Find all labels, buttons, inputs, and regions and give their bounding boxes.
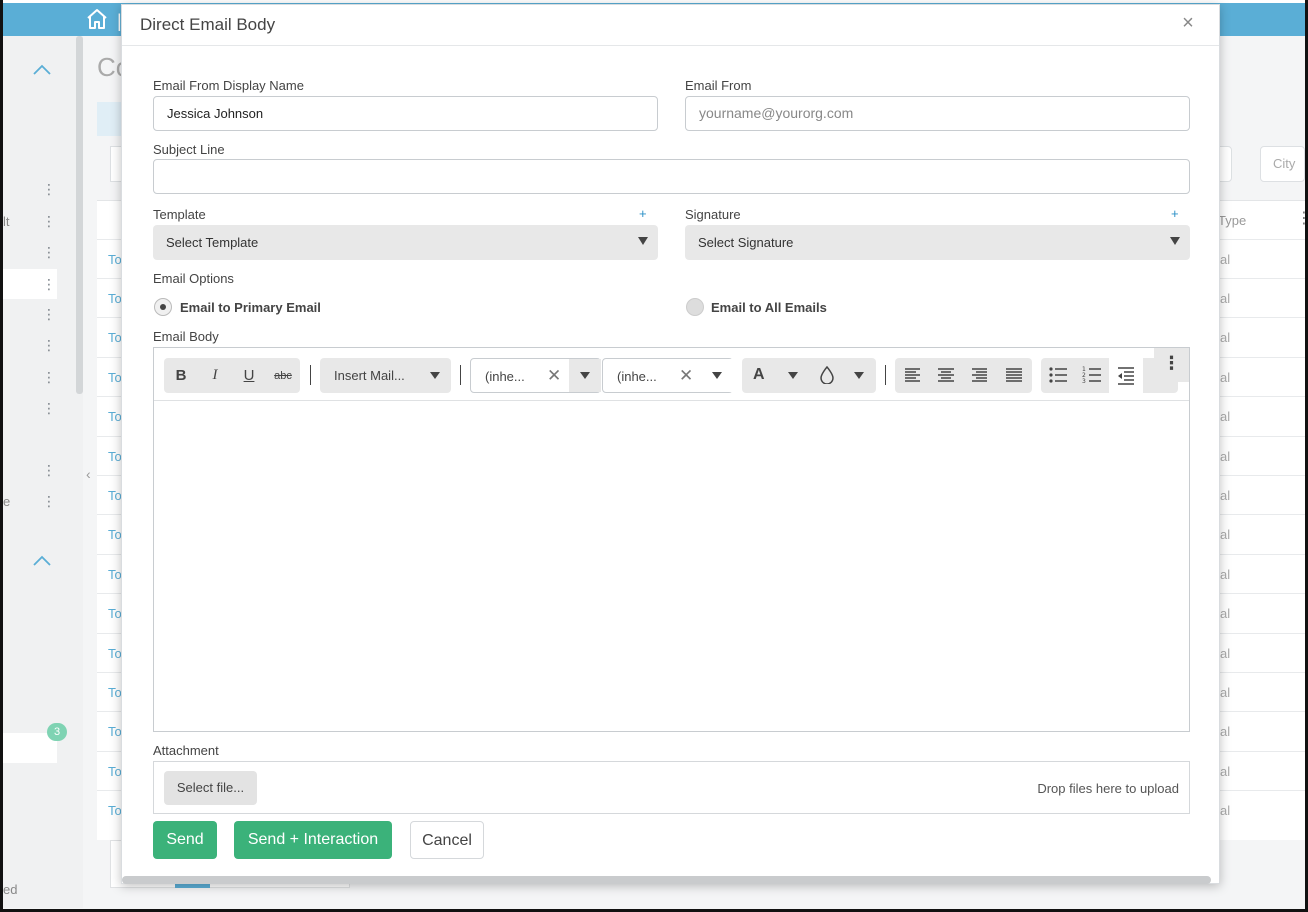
window-frame <box>0 0 1308 912</box>
